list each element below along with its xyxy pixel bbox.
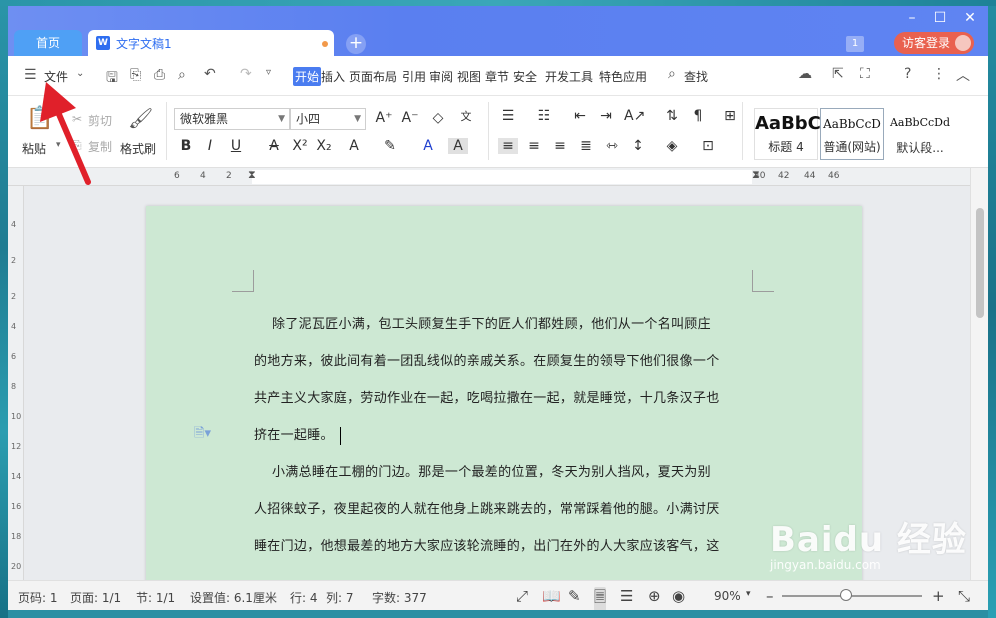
red-arrow-annotation <box>40 82 91 185</box>
